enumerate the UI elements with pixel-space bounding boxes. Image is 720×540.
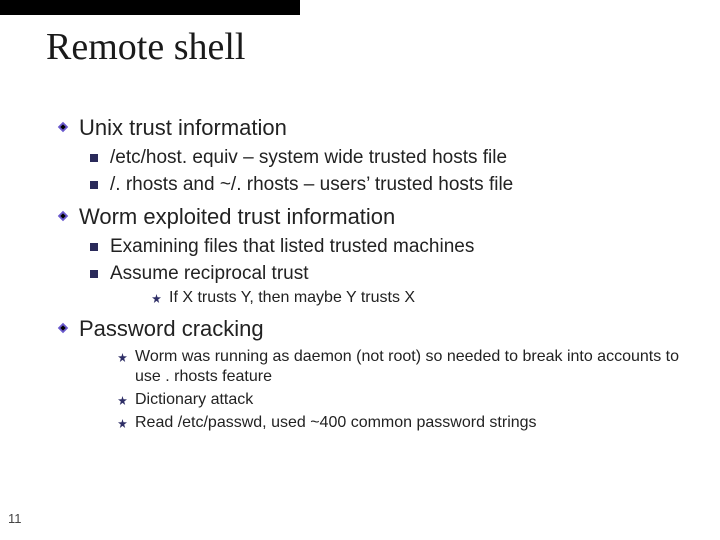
bullet-level1: Password cracking bbox=[56, 315, 696, 343]
section-heading: Unix trust information bbox=[79, 114, 287, 142]
slide-body: Unix trust information /etc/host. equiv … bbox=[56, 108, 696, 440]
section-heading: Password cracking bbox=[79, 315, 264, 343]
sublist: Worm was running as daemon (not root) so… bbox=[90, 347, 696, 434]
bullet-level2: /. rhosts and ~/. rhosts – users’ truste… bbox=[90, 173, 696, 197]
subsub-item: Read /etc/passwd, used ~400 common passw… bbox=[135, 413, 537, 434]
bullet-level3: Dictionary attack bbox=[118, 390, 696, 411]
subsub-item: If X trusts Y, then maybe Y trusts X bbox=[169, 288, 415, 309]
section-heading: Worm exploited trust information bbox=[79, 203, 395, 231]
slide: Remote shell Unix trust information /etc… bbox=[0, 0, 720, 540]
bullet-level1: Worm exploited trust information bbox=[56, 203, 696, 231]
sub-item: /etc/host. equiv – system wide trusted h… bbox=[110, 146, 507, 170]
diamond-bullet-icon bbox=[56, 209, 70, 223]
sub-item: Assume reciprocal trust bbox=[110, 262, 309, 286]
square-bullet-icon bbox=[90, 270, 98, 278]
diamond-bullet-icon bbox=[56, 321, 70, 335]
sublist: /etc/host. equiv – system wide trusted h… bbox=[90, 146, 696, 198]
bullet-level3: Read /etc/passwd, used ~400 common passw… bbox=[118, 413, 696, 434]
bullet-level2: Examining files that listed trusted mach… bbox=[90, 235, 696, 259]
page-number: 11 bbox=[8, 511, 22, 526]
star-bullet-icon bbox=[118, 353, 127, 362]
bullet-level3: Worm was running as daemon (not root) so… bbox=[118, 347, 696, 389]
subsublist: Worm was running as daemon (not root) so… bbox=[118, 347, 696, 434]
sub-item: Examining files that listed trusted mach… bbox=[110, 235, 474, 259]
star-bullet-icon bbox=[118, 396, 127, 405]
square-bullet-icon bbox=[90, 243, 98, 251]
sub-item: /. rhosts and ~/. rhosts – users’ truste… bbox=[110, 173, 513, 197]
slide-title: Remote shell bbox=[46, 25, 245, 69]
bullet-level1: Unix trust information bbox=[56, 114, 696, 142]
star-bullet-icon bbox=[118, 419, 127, 428]
subsub-item: Dictionary attack bbox=[135, 390, 253, 411]
diamond-bullet-icon bbox=[56, 120, 70, 134]
bullet-level2: /etc/host. equiv – system wide trusted h… bbox=[90, 146, 696, 170]
square-bullet-icon bbox=[90, 154, 98, 162]
top-accent-bar bbox=[0, 0, 300, 15]
subsublist: If X trusts Y, then maybe Y trusts X bbox=[152, 288, 696, 309]
bullet-level3: If X trusts Y, then maybe Y trusts X bbox=[152, 288, 696, 309]
star-bullet-icon bbox=[152, 294, 161, 303]
sublist: Examining files that listed trusted mach… bbox=[90, 235, 696, 309]
subsub-item: Worm was running as daemon (not root) so… bbox=[135, 347, 696, 389]
bullet-level2: Assume reciprocal trust bbox=[90, 262, 696, 286]
square-bullet-icon bbox=[90, 181, 98, 189]
